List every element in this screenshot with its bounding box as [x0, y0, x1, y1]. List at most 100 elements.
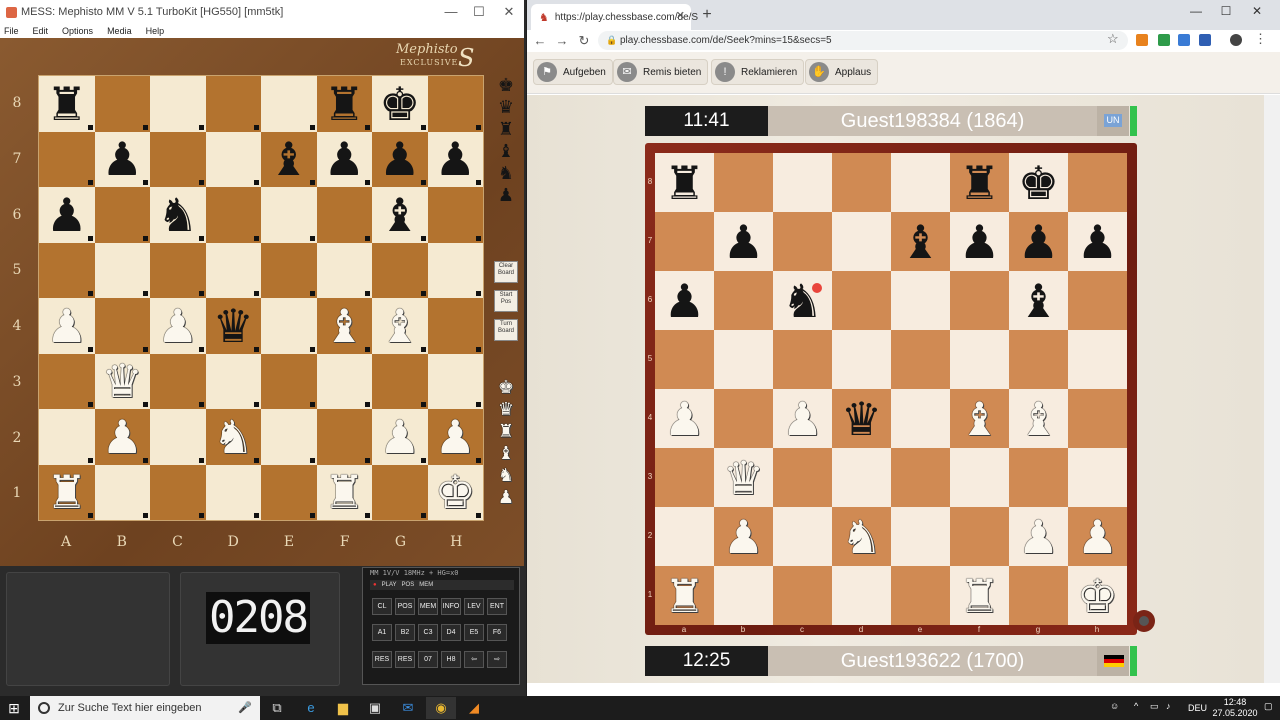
square[interactable]: ♜ [950, 153, 1009, 212]
square[interactable] [891, 566, 950, 625]
white-pawn-icon[interactable]: ♟ [157, 303, 198, 349]
square[interactable] [261, 464, 317, 520]
square[interactable] [655, 212, 714, 271]
white-pawn-icon[interactable]: ♟ [1018, 514, 1059, 560]
mail-icon[interactable]: ✉ [393, 697, 423, 719]
square[interactable] [832, 153, 891, 212]
people-icon[interactable]: ☺ [1110, 701, 1119, 711]
square[interactable]: ♜ [655, 153, 714, 212]
chessbase-chessboard[interactable]: ♜ ♜ ♚ ♟ ♝ ♟ ♟ ♟ ♟ ♞ ♝ ♟ ♟ ♛ ♝ ♝ ♛ ♟ ♞ ♟ ♟ ♜ ♜ ♚ [655, 153, 1127, 625]
language-indicator[interactable]: DEU [1188, 703, 1207, 713]
keypad-key[interactable]: INFO [441, 598, 461, 615]
square[interactable] [714, 389, 773, 448]
square[interactable]: ♟ [372, 409, 428, 465]
square[interactable] [1068, 330, 1127, 389]
square[interactable] [150, 131, 206, 187]
chevron-up-icon[interactable]: ^ [1134, 701, 1138, 711]
square[interactable] [1068, 389, 1127, 448]
square[interactable] [94, 298, 150, 354]
opponent-name[interactable]: Guest198384 (1864) [768, 106, 1097, 136]
notifications-icon[interactable]: ▢ [1264, 701, 1273, 712]
tab-close-icon[interactable]: ✕ [676, 9, 685, 22]
square[interactable] [94, 187, 150, 243]
square[interactable] [150, 464, 206, 520]
applause-button[interactable]: ✋ Applaus [805, 59, 879, 85]
square[interactable] [891, 448, 950, 507]
square[interactable] [39, 353, 95, 409]
network-icon[interactable]: ▭ [1150, 701, 1159, 712]
black-pawn-icon[interactable]: ♟ [102, 136, 143, 182]
start-pos-button[interactable]: Start Pos [494, 290, 518, 312]
square[interactable]: ♝ [1009, 389, 1068, 448]
square[interactable]: ♟ [1009, 507, 1068, 566]
store-icon[interactable]: ▣ [360, 697, 390, 719]
resign-button[interactable]: ⚑ Aufgeben [533, 59, 613, 85]
black-king-icon[interactable]: ♚ [1018, 160, 1059, 206]
square[interactable] [39, 409, 95, 465]
menu-media[interactable]: Media [107, 26, 132, 36]
white-king-icon[interactable]: ♚ [435, 469, 476, 515]
browser-tab[interactable]: ♞ https://play.chessbase.com/de/S ✕ [531, 4, 698, 30]
close-icon[interactable]: ✕ [1241, 0, 1273, 26]
square[interactable] [773, 330, 832, 389]
square[interactable] [261, 76, 317, 132]
square[interactable] [150, 409, 206, 465]
keypad-key[interactable]: ENT [487, 598, 507, 615]
windows-start-icon[interactable]: ⊞ [6, 700, 22, 716]
extension-icon[interactable] [1136, 34, 1148, 46]
square[interactable] [39, 242, 95, 298]
clock[interactable]: 12:48 27.05.2020 [1210, 697, 1260, 719]
square[interactable] [891, 507, 950, 566]
white-pawn-icon[interactable]: ♟ [435, 414, 476, 460]
mess-app-icon[interactable]: ◢ [459, 697, 489, 719]
new-tab-icon[interactable]: + [698, 6, 716, 24]
square[interactable]: ♝ [372, 298, 428, 354]
white-queen-icon[interactable]: ♛ [723, 455, 764, 501]
keypad-key[interactable]: D4 [441, 624, 461, 641]
square[interactable]: ♚ [372, 76, 428, 132]
maximize-icon[interactable]: ☐ [464, 0, 494, 24]
chrome-icon[interactable]: ◉ [426, 697, 456, 719]
square[interactable] [150, 353, 206, 409]
square[interactable] [714, 566, 773, 625]
turn-board-button[interactable]: Turn Board [494, 319, 518, 341]
square[interactable]: ♞ [205, 409, 261, 465]
white-rook-icon[interactable]: ♜ [495, 422, 517, 440]
square[interactable] [1068, 448, 1127, 507]
white-pawn-icon[interactable]: ♟ [102, 414, 143, 460]
square[interactable] [261, 353, 317, 409]
keypad-key[interactable]: RES [395, 651, 415, 668]
square[interactable]: ♚ [1009, 153, 1068, 212]
square[interactable]: ♝ [261, 131, 317, 187]
square[interactable] [94, 242, 150, 298]
square[interactable]: ♝ [316, 298, 372, 354]
square[interactable] [773, 448, 832, 507]
square[interactable]: ♟ [427, 131, 483, 187]
square[interactable] [205, 242, 261, 298]
keypad-key[interactable]: 07 [418, 651, 438, 668]
white-rook-icon[interactable]: ♜ [664, 573, 705, 619]
square[interactable] [655, 507, 714, 566]
black-pawn-icon[interactable]: ♟ [495, 186, 517, 204]
menu-help[interactable]: Help [146, 26, 165, 36]
keypad-key[interactable]: CL [372, 598, 392, 615]
black-king-icon[interactable]: ♚ [379, 81, 420, 127]
bookmark-star-icon[interactable]: ☆ [1107, 31, 1119, 47]
square[interactable]: ♟ [1068, 212, 1127, 271]
white-bishop-icon[interactable]: ♝ [324, 303, 365, 349]
square[interactable]: ♟ [39, 298, 95, 354]
white-pawn-icon[interactable]: ♟ [723, 514, 764, 560]
address-bar[interactable]: 🔒 play.chessbase.com/de/Seek?mins=15&sec… [598, 31, 1128, 50]
black-pawn-icon[interactable]: ♟ [435, 136, 476, 182]
square[interactable] [655, 448, 714, 507]
square[interactable]: ♛ [205, 298, 261, 354]
keypad-key[interactable]: POS [395, 598, 415, 615]
white-pawn-icon[interactable]: ♟ [664, 396, 705, 442]
square[interactable] [832, 271, 891, 330]
black-knight-icon[interactable]: ♞ [495, 164, 517, 182]
black-pawn-icon[interactable]: ♟ [664, 278, 705, 324]
square[interactable]: ♟ [1009, 212, 1068, 271]
white-rook-icon[interactable]: ♜ [324, 469, 365, 515]
white-pawn-icon[interactable]: ♟ [495, 488, 517, 506]
white-bishop-icon[interactable]: ♝ [495, 444, 517, 462]
